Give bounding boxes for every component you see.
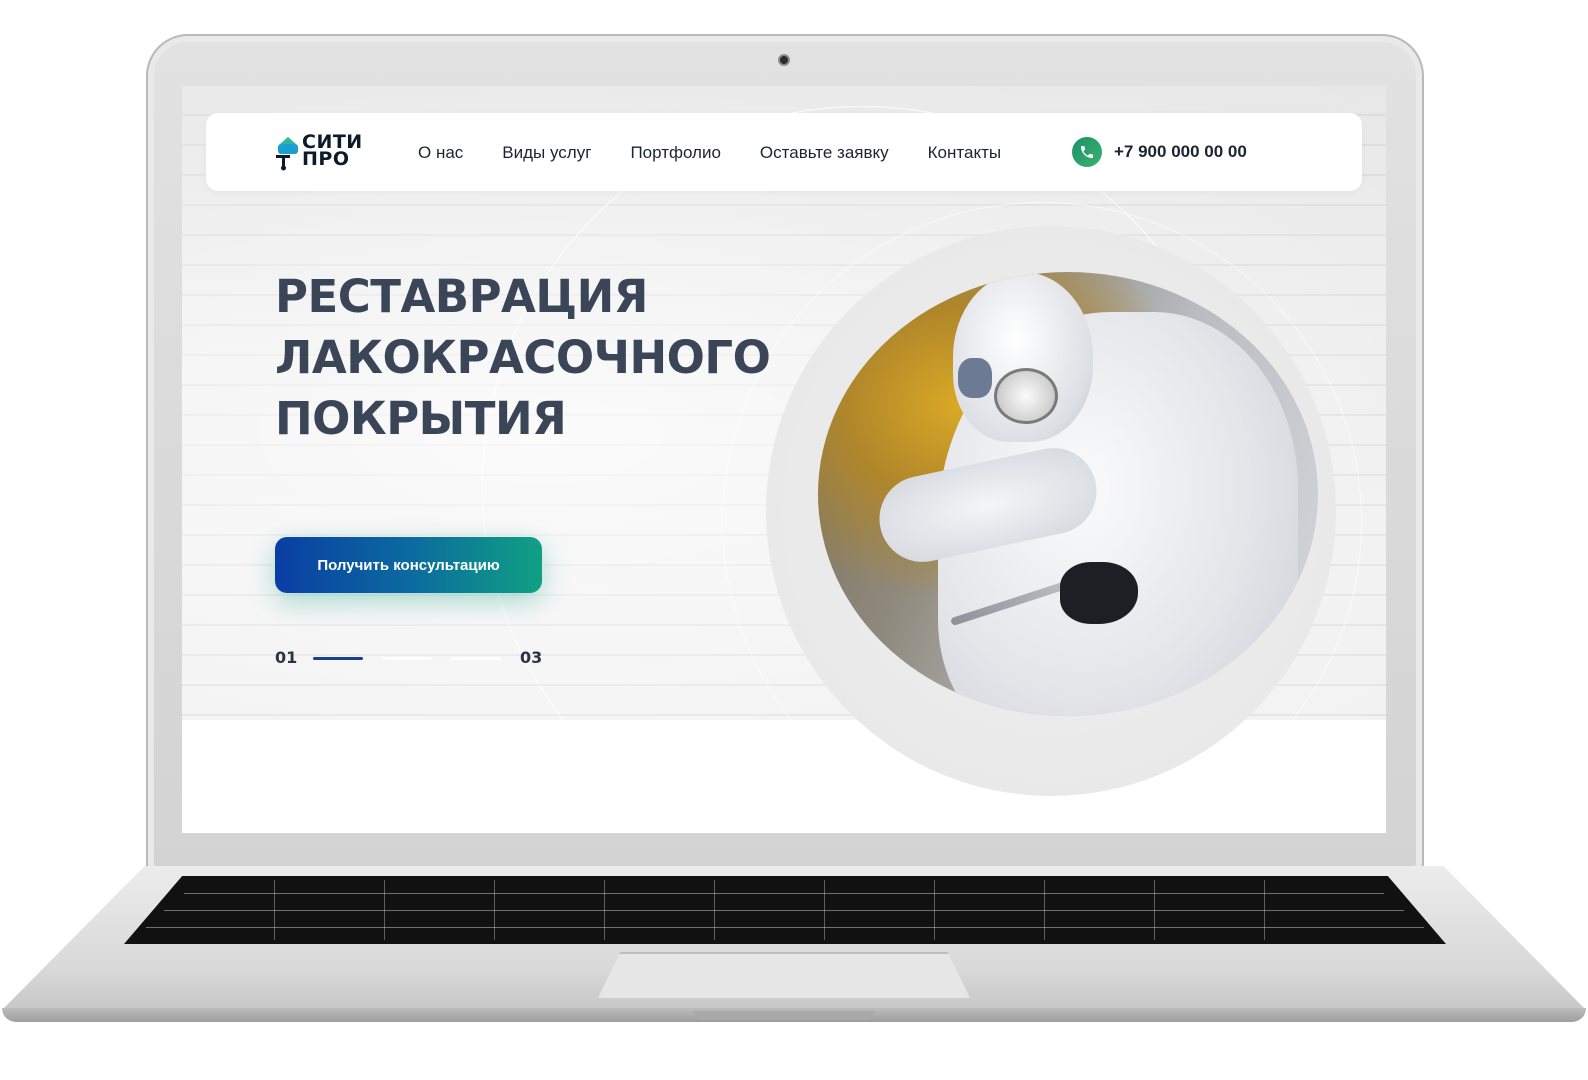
photo-respirator: [994, 368, 1058, 424]
hero-photo: [818, 272, 1318, 716]
slide-indicator-1[interactable]: [313, 657, 363, 660]
nav-item-contacts[interactable]: Контакты: [928, 143, 1001, 163]
touchpad: [598, 952, 970, 998]
phone-number: +7 900 000 00 00: [1114, 142, 1247, 161]
slide-indicator-2[interactable]: [382, 657, 432, 660]
logo-line-2: ПРО: [302, 148, 350, 170]
slider-pagination: 01 03: [275, 648, 555, 668]
paint-roller-icon: [276, 137, 298, 171]
hero-title-line-1: РЕСТАВРАЦИЯ: [275, 270, 648, 323]
laptop-notch: [694, 1011, 874, 1020]
hero-title: РЕСТАВРАЦИЯ ЛАКОКРАСОЧНОГО ПОКРЫТИЯ: [275, 266, 795, 449]
phone-icon: [1072, 137, 1102, 167]
site-header: СИТИ ПРО О нас Виды услуг Портфолио Оста…: [206, 113, 1362, 191]
slide-indicator-3[interactable]: [451, 657, 501, 660]
phone-link[interactable]: +7 900 000 00 00: [1072, 137, 1247, 167]
laptop-screen: СИТИ ПРО О нас Виды услуг Портфолио Оста…: [182, 86, 1386, 833]
slide-start-number: 01: [275, 648, 298, 667]
nav-item-about[interactable]: О нас: [418, 143, 463, 163]
nav-item-request[interactable]: Оставьте заявку: [760, 143, 889, 163]
webcam-icon: [778, 54, 790, 66]
logo-text: СИТИ ПРО: [302, 133, 392, 170]
slide-end-number: 03: [520, 648, 543, 667]
nav-item-services[interactable]: Виды услуг: [502, 143, 591, 163]
main-nav: О нас Виды услуг Портфолио Оставьте заяв…: [418, 143, 1040, 163]
consultation-button[interactable]: Получить консультацию: [275, 537, 542, 593]
hero-title-line-3: ПОКРЫТИЯ: [275, 392, 567, 445]
logo[interactable]: СИТИ ПРО: [276, 133, 386, 173]
photo-glove: [1060, 562, 1138, 624]
photo-worker-visor: [958, 358, 992, 398]
nav-item-portfolio[interactable]: Портфолио: [630, 143, 720, 163]
keyboard: [124, 876, 1446, 944]
hero-title-line-2: ЛАКОКРАСОЧНОГО: [275, 331, 771, 384]
